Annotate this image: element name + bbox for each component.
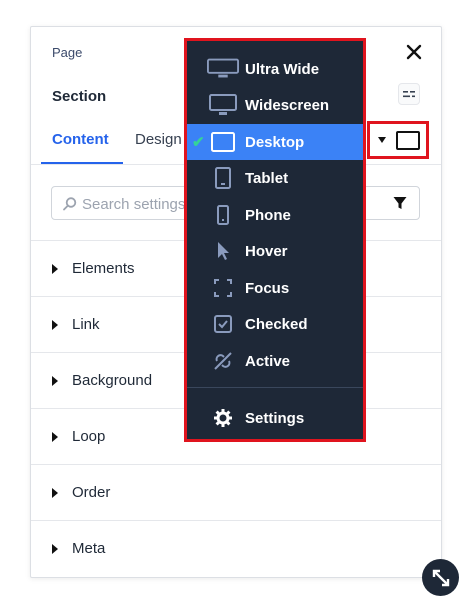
gear-icon xyxy=(207,406,239,430)
group-label: Link xyxy=(72,316,100,333)
group-label: Background xyxy=(72,372,153,389)
section-title: Section xyxy=(52,88,107,105)
menu-item-label: Checked xyxy=(245,315,308,333)
menu-item-focus[interactable]: Focus xyxy=(187,270,363,306)
toggle-options-button[interactable] xyxy=(398,83,420,105)
group-label: Loop xyxy=(72,428,106,445)
caret-right-icon xyxy=(52,543,58,554)
device-mode-menu: Ultra Wide Widescreen ✔ Desktop Tablet P… xyxy=(184,38,366,442)
tab-design[interactable]: Design xyxy=(135,131,182,148)
caret-right-icon xyxy=(52,263,58,274)
menu-item-tablet[interactable]: Tablet xyxy=(187,160,363,196)
caret-right-icon xyxy=(52,319,58,330)
sliders-icon xyxy=(403,91,415,98)
cursor-icon xyxy=(207,239,239,263)
menu-item-widescreen[interactable]: Widescreen xyxy=(187,87,363,123)
breadcrumb[interactable]: Page xyxy=(52,45,82,60)
ultra-wide-monitor-icon xyxy=(207,57,239,81)
menu-item-active[interactable]: Active xyxy=(187,343,363,379)
menu-item-label: Phone xyxy=(245,206,291,224)
group-label: Order xyxy=(72,484,111,501)
menu-item-desktop[interactable]: ✔ Desktop xyxy=(187,124,363,160)
caret-right-icon xyxy=(52,431,58,442)
menu-item-label: Widescreen xyxy=(245,96,330,114)
tablet-icon xyxy=(207,166,239,190)
close-icon[interactable] xyxy=(403,41,425,63)
group-label: Elements xyxy=(72,260,135,277)
resize-handle-button[interactable] xyxy=(422,559,459,596)
menu-item-label: Settings xyxy=(245,409,305,427)
menu-item-settings[interactable]: Settings xyxy=(187,400,363,436)
menu-divider xyxy=(187,387,363,388)
checkbox-icon xyxy=(207,312,239,336)
caret-right-icon xyxy=(52,487,58,498)
filter-icon[interactable] xyxy=(392,195,408,211)
active-link-icon xyxy=(207,349,239,373)
menu-item-label: Active xyxy=(245,352,291,370)
desktop-icon xyxy=(207,130,239,154)
menu-item-hover[interactable]: Hover xyxy=(187,233,363,269)
menu-item-label: Tablet xyxy=(245,169,289,187)
menu-item-label: Ultra Wide xyxy=(245,60,320,78)
caret-right-icon xyxy=(52,375,58,386)
desktop-icon xyxy=(396,130,420,150)
device-mode-dropdown[interactable] xyxy=(367,121,429,159)
caret-down-icon xyxy=(378,137,386,143)
menu-item-ultra-wide[interactable]: Ultra Wide xyxy=(187,51,363,87)
menu-item-label: Hover xyxy=(245,242,288,260)
widescreen-monitor-icon xyxy=(207,93,239,117)
group-label: Meta xyxy=(72,540,106,557)
checkmark-icon: ✔ xyxy=(192,134,205,151)
group-order[interactable]: Order xyxy=(31,464,441,520)
menu-item-label: Desktop xyxy=(245,133,305,151)
focus-icon xyxy=(207,276,239,300)
group-meta[interactable]: Meta xyxy=(31,520,441,576)
menu-item-checked[interactable]: Checked xyxy=(187,306,363,342)
tab-content[interactable]: Content xyxy=(52,131,109,148)
menu-item-phone[interactable]: Phone xyxy=(187,197,363,233)
menu-item-label: Focus xyxy=(245,279,290,297)
phone-icon xyxy=(207,203,239,227)
expand-diagonal-icon xyxy=(432,569,449,586)
search-icon xyxy=(62,196,78,212)
